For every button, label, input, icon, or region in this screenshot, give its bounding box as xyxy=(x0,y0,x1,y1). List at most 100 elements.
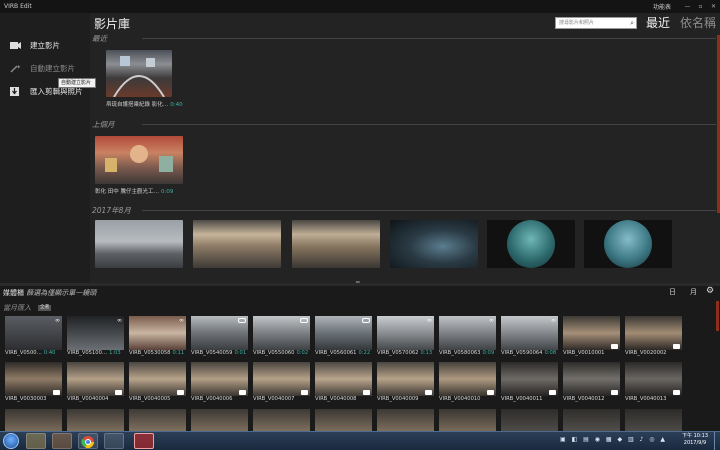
media-name: VIRB_V0550060 0:02 xyxy=(253,350,309,356)
media-tile[interactable]: VIRB_V0040004 xyxy=(67,362,124,404)
clock[interactable]: 下午 10:13 2017/9/9 xyxy=(682,433,708,447)
media-tile[interactable] xyxy=(625,409,682,431)
video-caption: 彰化 田中 騰仔主觀光工… 0:09 xyxy=(95,189,174,195)
media-tile[interactable]: VIRB_V0040006 xyxy=(191,362,248,404)
video-thumbnail xyxy=(95,220,183,268)
media-tile[interactable]: VIRB_V0550060 0:02 xyxy=(253,316,310,358)
create-video-button[interactable]: 建立影片 xyxy=(10,40,60,51)
virb-edit-taskbar-icon[interactable] xyxy=(134,433,154,449)
search-placeholder: 搜尋影片和照片 xyxy=(559,20,595,26)
library-video-card[interactable] xyxy=(95,220,183,268)
library-video-card[interactable]: 帛琉自護搭乘紀錄 影化… 0:40 xyxy=(106,50,183,108)
system-tray[interactable]: ▣ ◧ ▤ ◉ ▦ ◆ ▥ ♪ ◎ ▲ xyxy=(560,436,667,443)
media-tile[interactable]: VIRB_V0040012 xyxy=(563,362,620,404)
camera-icon xyxy=(673,344,680,349)
media-tile[interactable] xyxy=(439,409,496,431)
gear-icon[interactable]: ⚙ xyxy=(706,286,714,296)
media-thumbnail xyxy=(191,362,248,396)
library-video-card[interactable] xyxy=(584,220,672,268)
media-thumbnail xyxy=(253,362,310,396)
media-tile[interactable]: ∞ VIRB_V0530058 0:11 xyxy=(129,316,186,358)
section-label: 最近 xyxy=(92,34,107,43)
media-scrollbar[interactable] xyxy=(716,301,719,331)
view-day-button[interactable]: 日 xyxy=(669,287,676,297)
media-name: VIRB_V0040011 xyxy=(501,396,543,402)
sort-name-tab[interactable]: 依名稱 xyxy=(680,14,716,31)
media-name: VIRB_V05100… 1:03 xyxy=(67,350,121,356)
library-video-card[interactable] xyxy=(193,220,281,268)
media-tile[interactable]: VIRB_V0010001 xyxy=(563,316,620,358)
chrome-icon[interactable] xyxy=(78,433,98,449)
video-thumbnail xyxy=(390,220,478,268)
show-desktop-button[interactable] xyxy=(714,432,720,450)
camera-icon xyxy=(487,390,494,395)
library-video-card[interactable]: 彰化 田中 騰仔主觀光工… 0:09 xyxy=(95,136,183,196)
media-tile[interactable]: VIRB_V0020002 xyxy=(625,316,682,358)
media-tile[interactable]: VIRB_V0040011 xyxy=(501,362,558,404)
virb-edit-window: VIRB Edit 功能表 — ▫ ✕ 建立影片 ✦ 自動建立影片 匯入剪輯與照… xyxy=(0,0,720,450)
start-button[interactable] xyxy=(3,433,19,449)
media-tile[interactable]: VIRB_V0040007 xyxy=(253,362,310,404)
media-name: VIRB_V0010001 xyxy=(563,350,605,356)
chrome-logo xyxy=(81,436,94,449)
media-tile[interactable] xyxy=(501,409,558,431)
media-tile[interactable]: ∞ VIRB_V0580063 0:09 xyxy=(439,316,496,358)
media-name: VIRB_V0040009 xyxy=(377,396,419,402)
auto-create-video-button[interactable]: ✦ 自動建立影片 xyxy=(10,63,75,74)
media-tile[interactable]: ∞ VIRB_V0570062 0:13 xyxy=(377,316,434,358)
media-tile[interactable]: VIRB_V0040005 xyxy=(129,362,186,404)
library-video-card[interactable] xyxy=(292,220,380,268)
media-tile[interactable] xyxy=(315,409,372,431)
media-tile[interactable] xyxy=(5,409,62,431)
media-tile[interactable] xyxy=(253,409,310,431)
section-divider xyxy=(142,38,716,39)
media-thumbnail xyxy=(315,409,372,431)
title-bar: VIRB Edit 功能表 — ▫ ✕ xyxy=(0,0,720,13)
library-title: 影片庫 xyxy=(94,17,131,31)
media-tile[interactable]: VIRB_V0040010 xyxy=(439,362,496,404)
media-name: VIRB_V0020002 xyxy=(625,350,667,356)
media-thumbnail xyxy=(439,409,496,431)
media-thumbnail: ∞ xyxy=(439,316,496,350)
media-tile[interactable]: VIRB_V0540059 0:01 xyxy=(191,316,248,358)
tooltip: 自動建立影片 xyxy=(58,78,96,88)
media-name: VIRB_V0030003 xyxy=(5,396,47,402)
media-tile[interactable]: VIRB_V0040008 xyxy=(315,362,372,404)
sidebar: 建立影片 ✦ 自動建立影片 匯入剪輯與照片 xyxy=(0,13,90,283)
media-tile[interactable]: VIRB_V0560061 0:22 xyxy=(315,316,372,358)
media-thumbnail xyxy=(67,409,124,431)
video-library: 影片庫 搜尋影片和照片 ⌕ 最近 依名稱 最近 帛琉自護搭乘紀錄 影化… 0:40… xyxy=(90,13,720,283)
video-icon xyxy=(300,318,308,323)
media-name: VIRB_V0040010 xyxy=(439,396,481,402)
library-video-card[interactable] xyxy=(487,220,575,268)
media-player-icon[interactable] xyxy=(52,433,72,449)
search-input[interactable]: 搜尋影片和照片 ⌕ xyxy=(555,17,637,29)
media-name: VIRB_V0540059 0:01 xyxy=(191,350,247,356)
select-all-badge[interactable]: 全選 xyxy=(38,305,51,311)
browser-icon[interactable] xyxy=(104,433,124,449)
media-tile[interactable]: ∞ VIRB_V0500… 0:40 xyxy=(5,316,62,358)
camera-icon xyxy=(611,390,618,395)
media-tile[interactable]: VIRB_V0030003 xyxy=(5,362,62,404)
media-thumbnail xyxy=(563,409,620,431)
sort-recent-tab[interactable]: 最近 xyxy=(646,14,670,31)
media-tile[interactable] xyxy=(129,409,186,431)
media-tile[interactable]: ∞ VIRB_V0590064 0:08 xyxy=(501,316,558,358)
media-library-title: 媒體櫃 篩選為僅顯示單一鏡頭 xyxy=(3,289,97,297)
file-explorer-icon[interactable] xyxy=(26,433,46,449)
view-month-button[interactable]: 月 xyxy=(690,287,697,297)
search-icon: ⌕ xyxy=(630,19,634,27)
library-video-card[interactable] xyxy=(390,220,478,268)
media-tile[interactable] xyxy=(563,409,620,431)
maximize-button[interactable]: ▫ xyxy=(694,3,707,10)
media-tile[interactable] xyxy=(191,409,248,431)
media-thumbnail xyxy=(129,362,186,396)
close-button[interactable]: ✕ xyxy=(707,3,720,10)
media-tile[interactable]: VIRB_V0040009 xyxy=(377,362,434,404)
media-tile[interactable] xyxy=(67,409,124,431)
menu-button[interactable]: 功能表 xyxy=(653,2,671,11)
media-tile[interactable] xyxy=(377,409,434,431)
minimize-button[interactable]: — xyxy=(681,3,694,10)
media-tile[interactable]: VIRB_V0040013 xyxy=(625,362,682,404)
media-tile[interactable]: ∞ VIRB_V05100… 1:03 xyxy=(67,316,124,358)
